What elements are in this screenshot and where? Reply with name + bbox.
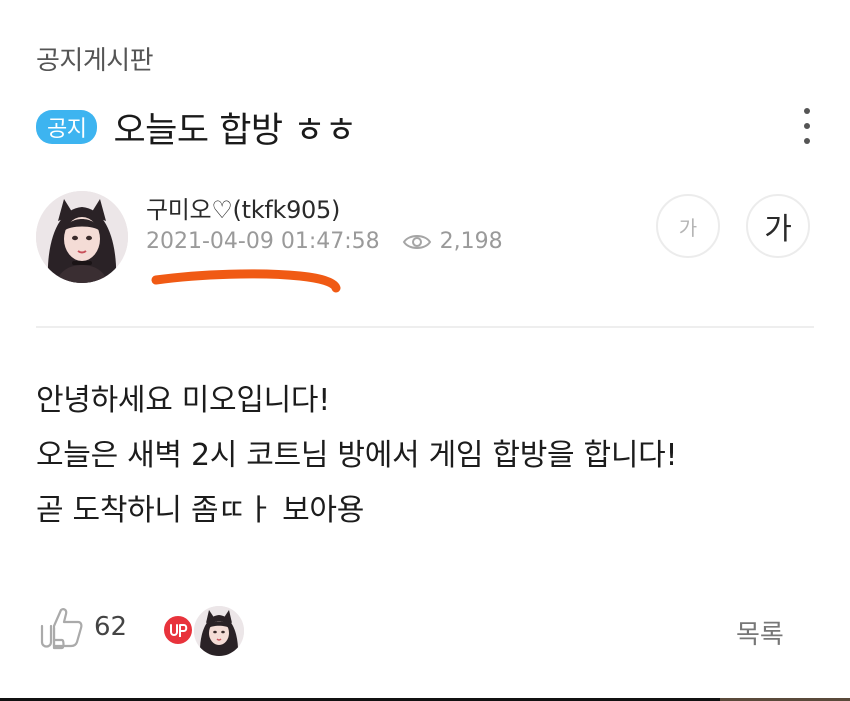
thumbs-up-icon — [40, 608, 83, 650]
post-body-line: 곧 도착하니 좀ㄸㅏ 보아용 — [36, 493, 365, 528]
highlight-underline — [151, 269, 341, 293]
header-divider — [36, 326, 814, 328]
list-button[interactable]: 목록 — [736, 614, 784, 651]
font-size-decrease-button[interactable]: 가 — [656, 194, 720, 258]
post-title-row: 공지 오늘도 합방 ㅎㅎ — [36, 103, 357, 151]
up-badge-icon — [162, 614, 194, 646]
post-datetime: 2021-04-09 01:47:58 — [146, 229, 380, 254]
author-name[interactable]: 구미오♡(tkfk905) — [146, 190, 340, 225]
author-avatar-image — [36, 191, 128, 283]
more-options-icon[interactable] — [798, 108, 816, 144]
view-count: 2,198 — [402, 229, 503, 254]
more-dot — [804, 138, 810, 144]
author-avatar[interactable] — [36, 191, 128, 283]
up-vote-button[interactable]: 62 — [34, 604, 127, 650]
up-badge-glyph — [170, 624, 188, 637]
more-dot — [804, 123, 810, 129]
board-name: 공지게시판 — [36, 46, 154, 76]
post-body-line: 오늘은 새벽 2시 코트님 방에서 게임 합방을 합니다! — [36, 438, 678, 473]
liker-avatar[interactable] — [194, 606, 244, 656]
notice-badge: 공지 — [36, 110, 98, 144]
view-count-value: 2,198 — [439, 229, 503, 254]
font-size-increase-button[interactable]: 가 — [746, 194, 810, 258]
eye-icon — [402, 234, 431, 249]
more-dot — [804, 108, 810, 114]
post-body-line: 안녕하세요 미오입니다! — [36, 383, 330, 418]
up-count: 62 — [94, 612, 128, 642]
post-title: 오늘도 합방 ㅎㅎ — [113, 110, 357, 151]
liker-avatar-image — [194, 606, 244, 656]
post-body: 안녕하세요 미오입니다! 오늘은 새벽 2시 코트님 방에서 게임 합방을 합니… — [36, 373, 677, 538]
post-meta: 2021-04-09 01:47:58 2,198 — [146, 229, 503, 254]
